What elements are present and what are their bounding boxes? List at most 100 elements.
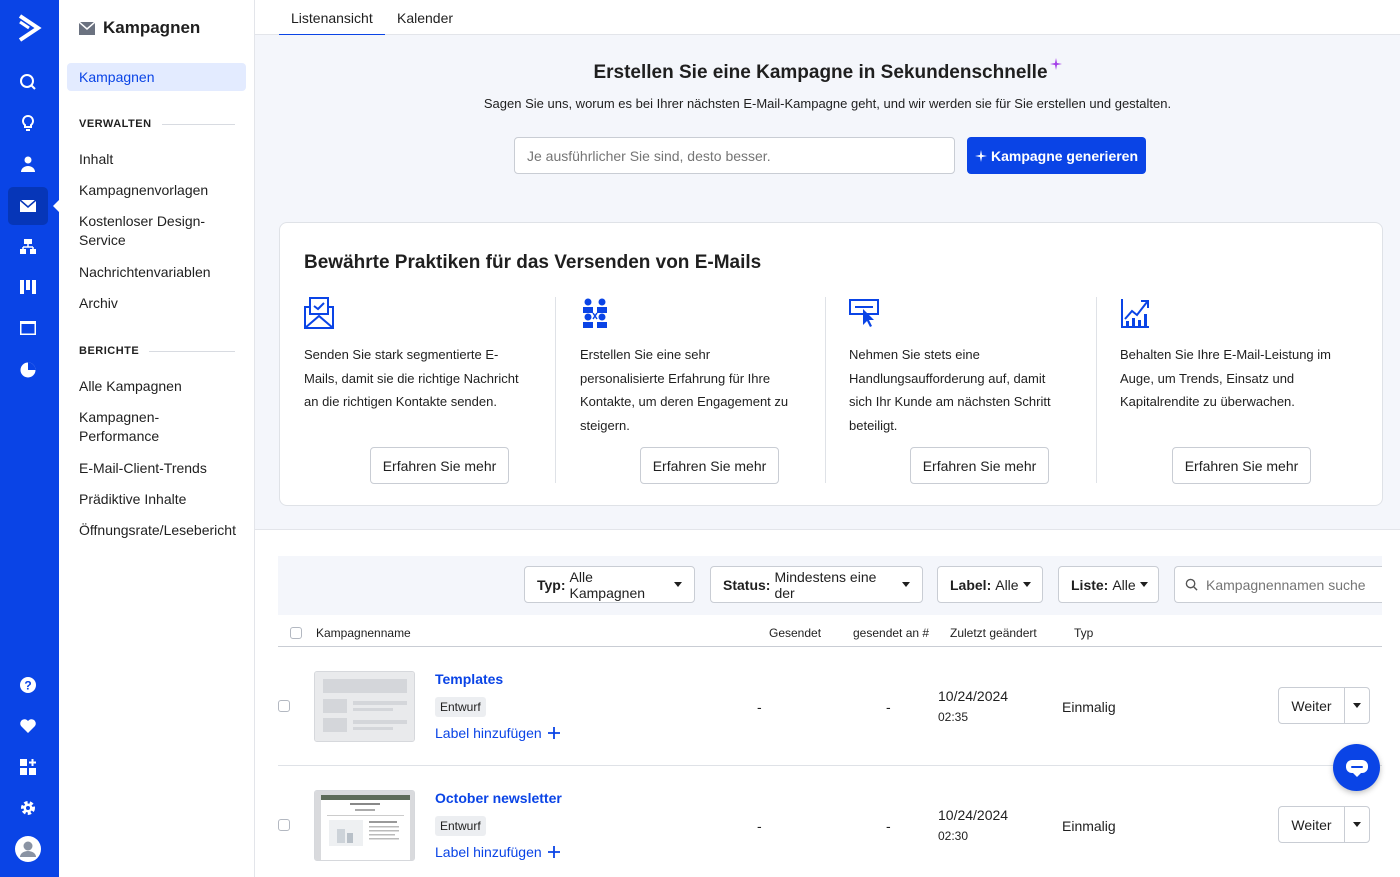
continue-button[interactable]: Weiter <box>1278 687 1345 724</box>
sent-value: - <box>757 818 762 834</box>
envelope-icon <box>79 21 95 35</box>
view-tabs: Listenansicht Kalender <box>255 0 1400 36</box>
table-row: October newsletter Entwurf Label hinzufü… <box>278 766 1382 877</box>
practice-cta: Nehmen Sie stets eine Handlungsaufforder… <box>849 297 1094 484</box>
plus-icon <box>547 727 560 739</box>
campaign-thumbnail[interactable] <box>314 671 415 742</box>
sidebar-item-archive[interactable]: Archiv <box>79 294 249 313</box>
logo-icon[interactable] <box>14 10 44 46</box>
campaign-name-link[interactable]: October newsletter <box>435 790 562 806</box>
campaign-prompt-input[interactable] <box>514 137 955 174</box>
sidebar-item-all-campaigns[interactable]: Alle Kampagnen <box>79 377 249 396</box>
table-header: Kampagnenname Gesendet gesendet an # Zul… <box>278 617 1382 647</box>
status-filter[interactable]: Status: Mindestens eine der <box>710 566 923 603</box>
learn-more-button[interactable]: Erfahren Sie mehr <box>910 447 1049 484</box>
best-practices-title: Bewährte Praktiken für das Versenden von… <box>304 252 762 273</box>
pipeline-icon[interactable] <box>8 268 48 306</box>
col-sent-to[interactable]: gesendet an # <box>853 626 929 640</box>
apps-icon[interactable] <box>8 748 48 786</box>
sidebar-item-performance[interactable]: Kampagnen-Performance <box>79 408 179 446</box>
col-sent[interactable]: Gesendet <box>769 626 821 640</box>
row-checkbox[interactable] <box>278 819 290 831</box>
table-row: Templates Entwurf Label hinzufügen - - 1… <box>278 647 1382 766</box>
search-icon[interactable] <box>8 63 48 101</box>
chart-growth-icon <box>1121 299 1149 328</box>
col-name[interactable]: Kampagnenname <box>316 626 411 640</box>
sidebar-item-predictive[interactable]: Prädiktive Inhalte <box>79 490 249 509</box>
sidebar-item-content[interactable]: Inhalt <box>79 150 249 169</box>
sidebar-title: Kampagnen <box>79 18 200 38</box>
add-label-link[interactable]: Label hinzufügen <box>435 725 560 741</box>
search-icon <box>1185 578 1198 591</box>
practice-text: Nehmen Sie stets eine Handlungsaufforder… <box>849 347 1051 433</box>
sidebar-item-design-service[interactable]: Kostenloser Design-Service <box>79 212 219 250</box>
col-modified[interactable]: Zuletzt geändert <box>950 626 1037 640</box>
lightbulb-icon[interactable] <box>8 104 48 142</box>
section-reports: BERICHTE <box>79 345 235 357</box>
sparkle-icon <box>1049 58 1062 70</box>
campaign-type: Einmalig <box>1062 699 1116 715</box>
generate-campaign-button[interactable]: Kampagne generieren <box>967 137 1146 174</box>
website-icon[interactable] <box>8 309 48 347</box>
contacts-icon[interactable] <box>8 145 48 183</box>
practice-text: Senden Sie stark segmentierte E-Mails, d… <box>304 347 519 409</box>
modified-time: 02:30 <box>938 829 969 843</box>
help-icon[interactable]: ? <box>8 666 48 704</box>
svg-text:?: ? <box>24 679 31 693</box>
best-practices-card: Bewährte Praktiken für das Versenden von… <box>279 222 1383 506</box>
divider <box>825 297 826 483</box>
learn-more-button[interactable]: Erfahren Sie mehr <box>370 447 509 484</box>
campaign-thumbnail[interactable] <box>314 790 415 861</box>
sidebar-item-open-rate[interactable]: Öffnungsrate/Lesebericht <box>79 521 249 540</box>
campaigns-sidebar: Kampagnen Kampagnen VERWALTEN Inhalt Kam… <box>59 0 255 877</box>
practice-personalize: Erstellen Sie eine sehr personalisierte … <box>580 297 825 484</box>
section-manage: VERWALTEN <box>79 118 235 130</box>
cta-click-icon <box>849 299 879 327</box>
sent-to-value: - <box>886 818 891 834</box>
practice-track: Behalten Sie Ihre E-Mail-Leistung im Aug… <box>1120 297 1365 484</box>
filter-bar: Typ: Alle Kampagnen Status: Mindestens ein… <box>278 556 1382 615</box>
reports-icon[interactable] <box>8 351 48 389</box>
hero-subtitle: Sagen Sie uns, worum es bei Ihrer nächst… <box>483 96 1172 111</box>
sent-value: - <box>757 699 762 715</box>
email-icon[interactable] <box>8 187 48 225</box>
row-actions-dropdown[interactable] <box>1344 806 1370 843</box>
add-label-link[interactable]: Label hinzufügen <box>435 844 560 860</box>
sidebar-item-templates[interactable]: Kampagnenvorlagen <box>79 181 249 200</box>
select-all-checkbox[interactable] <box>290 627 302 639</box>
sidebar-title-text: Kampagnen <box>103 18 201 37</box>
hero-title: Erstellen Sie eine Kampagne in Sekundens… <box>255 58 1400 84</box>
status-badge: Entwurf <box>435 697 486 717</box>
label-filter[interactable]: Label: Alle <box>937 566 1043 603</box>
caret-down-icon <box>1353 822 1361 827</box>
automation-icon[interactable] <box>8 228 48 266</box>
campaign-search-input[interactable] <box>1206 576 1366 593</box>
tab-calendar[interactable]: Kalender <box>397 10 453 34</box>
sent-to-value: - <box>886 699 891 715</box>
modified-time: 02:35 <box>938 710 969 724</box>
learn-more-button[interactable]: Erfahren Sie mehr <box>640 447 779 484</box>
col-type[interactable]: Typ <box>1074 626 1093 640</box>
type-filter[interactable]: Typ: Alle Kampagnen <box>524 566 695 603</box>
chat-button[interactable] <box>1333 744 1380 791</box>
practice-text: Erstellen Sie eine sehr personalisierte … <box>580 347 789 433</box>
hero-section: Erstellen Sie eine Kampagne in Sekundens… <box>255 35 1400 530</box>
heart-icon[interactable] <box>8 707 48 745</box>
campaign-name-link[interactable]: Templates <box>435 671 503 687</box>
continue-button[interactable]: Weiter <box>1278 806 1345 843</box>
row-checkbox[interactable] <box>278 700 290 712</box>
sidebar-item-campaigns[interactable]: Kampagnen <box>67 63 246 91</box>
caret-down-icon <box>1353 703 1361 708</box>
settings-icon[interactable] <box>8 789 48 827</box>
row-actions-dropdown[interactable] <box>1344 687 1370 724</box>
learn-more-button[interactable]: Erfahren Sie mehr <box>1172 447 1311 484</box>
segmented-mail-icon <box>304 297 334 329</box>
avatar-icon[interactable] <box>8 830 48 868</box>
sidebar-item-client-trends[interactable]: E-Mail-Client-Trends <box>79 459 249 478</box>
list-filter[interactable]: Liste: Alle <box>1058 566 1159 603</box>
practice-text: Behalten Sie Ihre E-Mail-Leistung im Aug… <box>1120 347 1331 409</box>
plus-icon <box>547 846 560 858</box>
sidebar-item-variables[interactable]: Nachrichtenvariablen <box>79 263 249 282</box>
tab-list-view[interactable]: Listenansicht <box>279 10 385 36</box>
modified-date: 10/24/2024 <box>938 807 1009 823</box>
